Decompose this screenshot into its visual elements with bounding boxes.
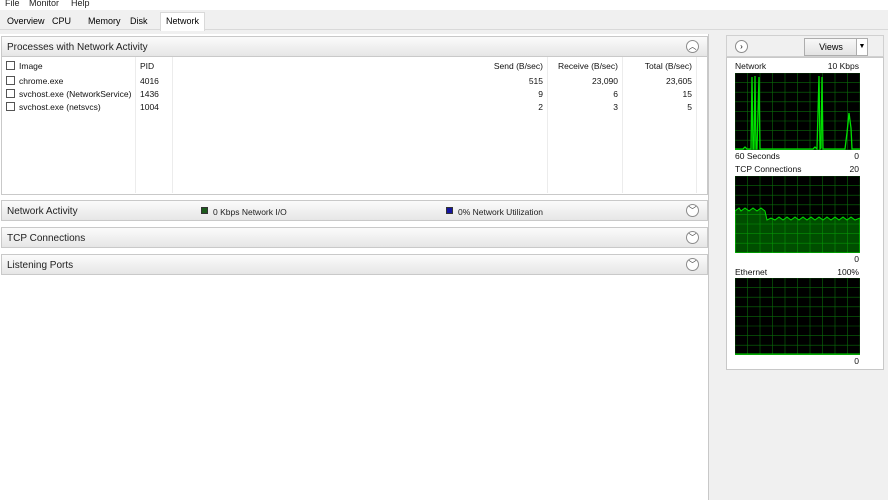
graphs-pane: › Views ▼ Network 10 Kbps 60 Seconds 0 T… (723, 34, 888, 500)
graph-grid (735, 278, 860, 355)
process-total: 23,605 (666, 76, 692, 86)
network-graph (735, 73, 860, 150)
tcp-graph-min: 0 (854, 254, 859, 264)
process-total: 15 (682, 89, 692, 99)
network-utilization-legend-swatch (446, 207, 453, 214)
network-io-label: 0 Kbps Network I/O (213, 207, 287, 217)
expand-tcp-connections-button[interactable]: ﹀ (686, 231, 699, 244)
tcp-connections-header[interactable]: TCP Connections ﹀ (1, 227, 708, 248)
processes-header[interactable]: Processes with Network Activity ︿ (1, 36, 708, 57)
tab-disk[interactable]: Disk (130, 14, 148, 30)
ethernet-graph-scale: 100% (837, 267, 859, 277)
menu-help[interactable]: Help (71, 0, 90, 8)
tcp-graph-scale: 20 (849, 164, 859, 174)
collapse-graphs-button[interactable]: › (735, 40, 748, 53)
tcp-graph (735, 176, 860, 253)
column-pid[interactable]: PID (140, 61, 154, 71)
row-checkbox[interactable] (6, 89, 15, 98)
chevron-down-icon: ﹀ (688, 233, 697, 242)
column-divider (622, 57, 623, 193)
network-activity-title: Network Activity (7, 206, 78, 217)
network-utilization-label: 0% Network Utilization (458, 207, 544, 217)
tab-overview[interactable]: Overview (7, 14, 45, 30)
main-pane: Processes with Network Activity ︿ Image … (0, 34, 709, 500)
process-image: svchost.exe (NetworkService) (19, 89, 132, 99)
process-receive: 6 (613, 89, 618, 99)
process-send: 515 (528, 76, 543, 86)
network-graph-title: Network (735, 61, 767, 71)
network-io-legend-swatch (201, 207, 208, 214)
menu-bar: File Monitor Help (0, 0, 888, 10)
listening-ports-header[interactable]: Listening Ports ﹀ (1, 254, 708, 275)
column-divider (172, 57, 173, 193)
chevron-down-icon: ﹀ (688, 260, 697, 269)
process-receive: 23,090 (592, 76, 618, 86)
graphs-toolbar: › Views ▼ (726, 35, 884, 57)
tab-network[interactable]: Network (160, 12, 206, 31)
column-divider (696, 57, 697, 193)
process-send: 2 (538, 102, 543, 112)
ethernet-graph-min: 0 (854, 356, 859, 366)
chevron-up-icon: ︿ (688, 42, 697, 51)
select-all-checkbox[interactable] (6, 61, 15, 70)
chevron-down-icon: ﹀ (688, 206, 697, 215)
process-total: 5 (687, 102, 692, 112)
process-pid: 1436 (140, 89, 159, 99)
column-image[interactable]: Image (19, 61, 43, 71)
menu-monitor[interactable]: Monitor (29, 0, 59, 8)
network-activity-header[interactable]: Network Activity 0 Kbps Network I/O 0% N… (1, 200, 708, 221)
expand-network-activity-button[interactable]: ﹀ (686, 204, 699, 217)
tab-memory[interactable]: Memory (88, 14, 121, 30)
column-divider (547, 57, 548, 193)
column-divider (135, 57, 136, 193)
process-pid: 4016 (140, 76, 159, 86)
graph-panel: Network 10 Kbps 60 Seconds 0 TCP Connect… (726, 57, 884, 370)
column-total[interactable]: Total (B/sec) (624, 61, 692, 71)
processes-title: Processes with Network Activity (7, 42, 148, 53)
process-image: chrome.exe (19, 76, 64, 86)
tcp-graph-title: TCP Connections (735, 164, 802, 174)
views-dropdown-button[interactable]: ▼ (856, 38, 868, 56)
chevron-right-icon: › (740, 42, 743, 51)
processes-table: Image PID Send (B/sec) Receive (B/sec) T… (1, 57, 708, 195)
ethernet-graph-title: Ethernet (735, 267, 768, 277)
network-graph-min: 0 (854, 151, 859, 161)
expand-listening-ports-button[interactable]: ﹀ (686, 258, 699, 271)
tab-cpu[interactable]: CPU (52, 14, 71, 30)
ethernet-graph (735, 278, 860, 355)
process-image: svchost.exe (netsvcs) (19, 102, 101, 112)
menu-file[interactable]: File (5, 0, 20, 8)
caret-down-icon: ▼ (858, 43, 866, 50)
process-receive: 3 (613, 102, 618, 112)
collapse-processes-button[interactable]: ︿ (686, 40, 699, 53)
tab-bar: Overview CPU Memory Disk Network (0, 10, 888, 31)
column-receive[interactable]: Receive (B/sec) (550, 61, 618, 71)
row-checkbox[interactable] (6, 76, 15, 85)
process-pid: 1004 (140, 102, 159, 112)
tcp-connections-title: TCP Connections (7, 233, 86, 244)
listening-ports-title: Listening Ports (7, 260, 74, 271)
row-checkbox[interactable] (6, 102, 15, 111)
column-send[interactable]: Send (B/sec) (472, 61, 543, 71)
process-send: 9 (538, 89, 543, 99)
network-graph-scale: 10 Kbps (827, 61, 859, 71)
network-graph-time-span: 60 Seconds (735, 151, 780, 161)
